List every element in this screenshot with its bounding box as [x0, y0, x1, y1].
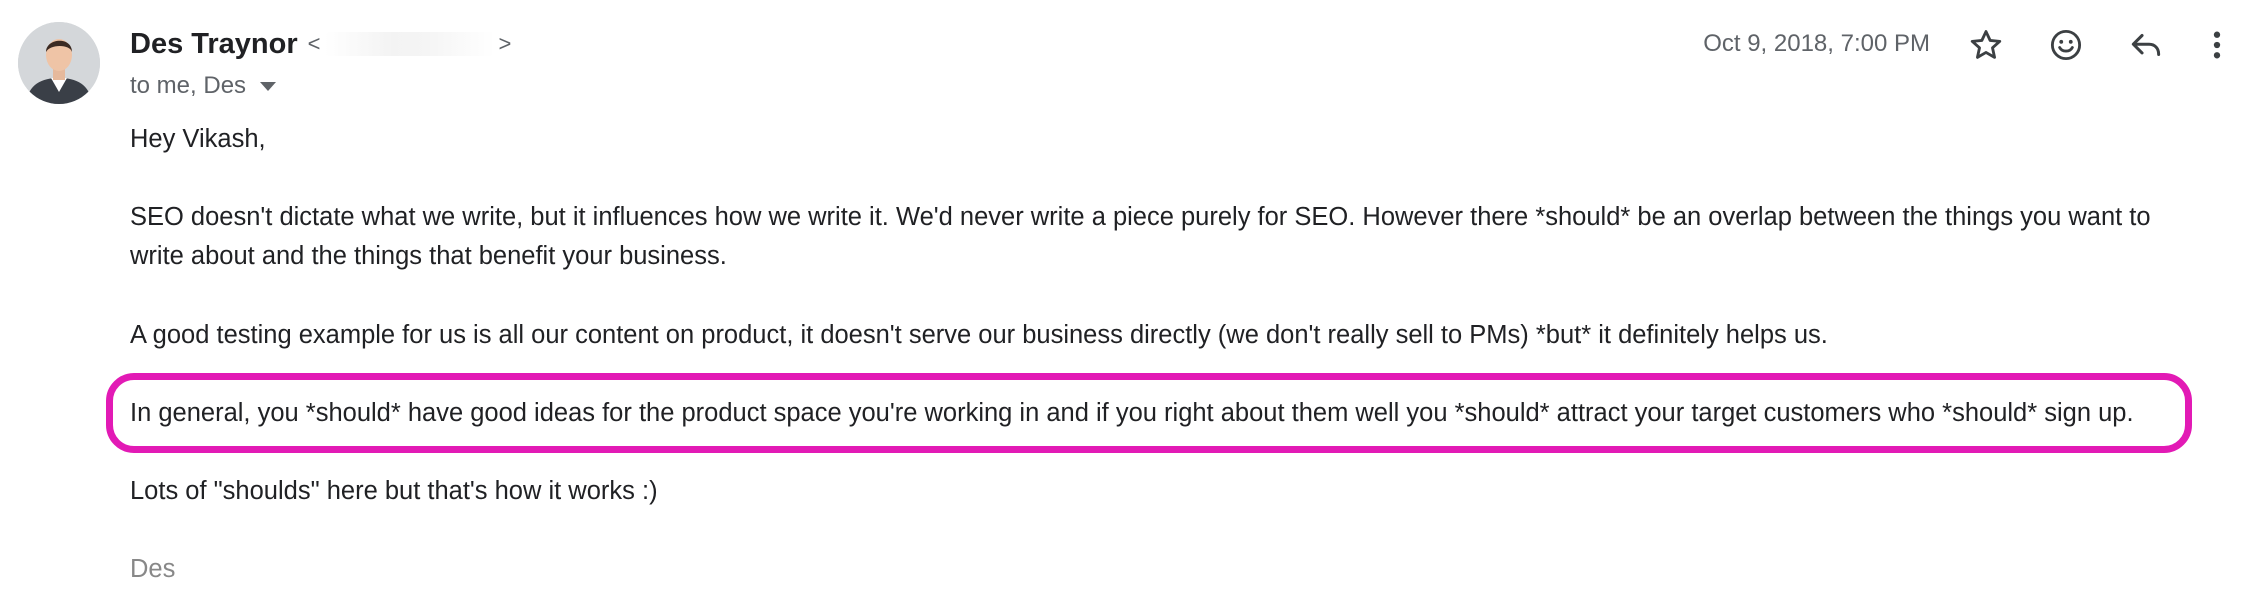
emoji-reaction-button[interactable]: [2042, 21, 2090, 69]
reply-button[interactable]: [2122, 21, 2170, 69]
more-options-button[interactable]: [2197, 21, 2237, 69]
sender-line: Des Traynor < >: [130, 24, 511, 64]
chevron-down-icon[interactable]: [260, 81, 277, 91]
reply-icon: [2131, 33, 2161, 57]
paragraph-testing-example: A good testing example for us is all our…: [130, 321, 1828, 349]
greeting: Hey Vikash,: [130, 125, 266, 153]
message-date: Oct 9, 2018, 7:00 PM: [1703, 30, 1930, 57]
redacted-email: [324, 32, 495, 56]
avatar: [18, 22, 100, 104]
signature: Des: [130, 555, 176, 583]
email-bracket-close: >: [498, 31, 512, 56]
star-button[interactable]: [1962, 21, 2010, 69]
email-bracket-open: <: [307, 31, 321, 56]
recipients-label: to me, Des: [130, 72, 247, 99]
sender-email: < >: [307, 31, 512, 57]
more-vertical-icon: [2213, 31, 2221, 59]
avatar-photo: [18, 22, 100, 104]
paragraph-highlighted: In general, you *should* have good ideas…: [130, 399, 2134, 427]
star-icon: [1970, 30, 2002, 59]
emoji-reaction-icon: [2050, 29, 2082, 61]
paragraph-shoulds: Lots of "shoulds" here but that's how it…: [130, 477, 658, 505]
paragraph-seo: SEO doesn't dictate what we write, but i…: [130, 203, 2151, 270]
recipients-toggle[interactable]: to me, Des: [130, 70, 277, 102]
sender-name[interactable]: Des Traynor: [130, 28, 298, 61]
